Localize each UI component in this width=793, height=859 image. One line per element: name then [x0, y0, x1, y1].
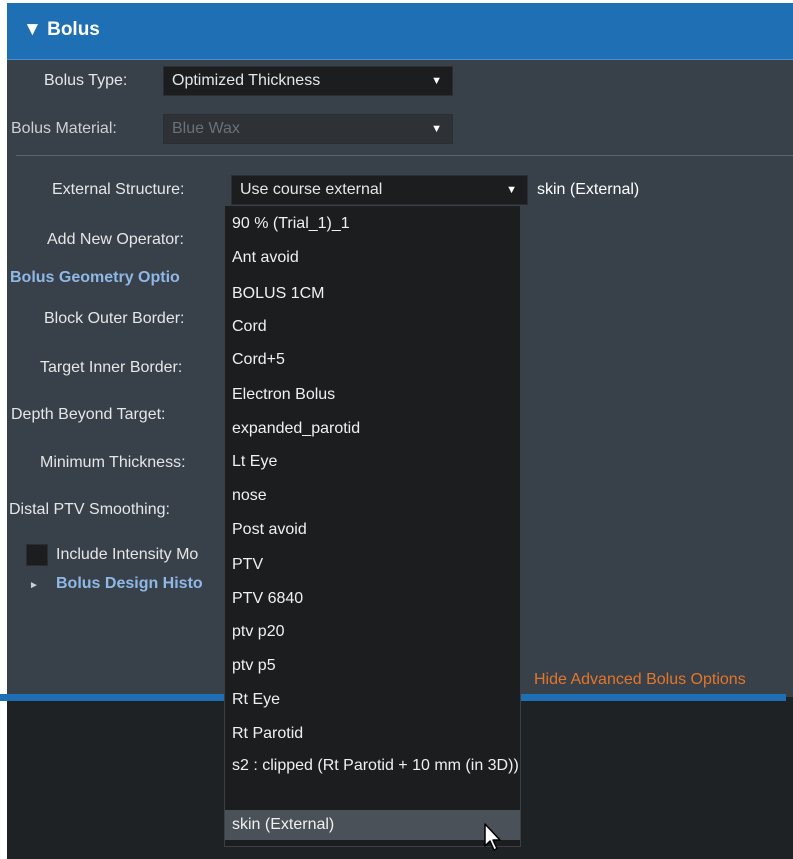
dropdown-item[interactable]: Cord [225, 317, 520, 337]
dropdown-item[interactable]: BOLUS 1CM [225, 284, 520, 304]
hide-advanced-bolus-options-link[interactable]: Hide Advanced Bolus Options [534, 671, 746, 689]
section-divider [16, 155, 793, 156]
bolus-material-value: Blue Wax [172, 120, 240, 137]
dropdown-item[interactable]: Rt Parotid [225, 724, 520, 744]
dropdown-item[interactable]: ptv p20 [225, 622, 520, 642]
triangle-right-icon[interactable]: ► [29, 580, 39, 591]
dropdown-item[interactable]: nose [225, 486, 520, 506]
chevron-down-icon: ▼ [506, 184, 517, 196]
external-structure-dropdown[interactable]: 90 % (Trial_1)_1 Ant avoid BOLUS 1CM Cor… [224, 205, 521, 847]
bolus-geometry-options-section[interactable]: Bolus Geometry Optio [10, 269, 180, 287]
bolus-type-value: Optimized Thickness [172, 72, 321, 89]
external-structure-value: Use course external [240, 181, 383, 198]
distal-ptv-smoothing-label: Distal PTV Smoothing: [9, 501, 170, 518]
mouse-cursor-icon [484, 823, 501, 851]
target-inner-border-label: Target Inner Border: [40, 359, 183, 376]
panel-title-text: Bolus [47, 19, 100, 40]
triangle-down-icon: ▼ [23, 19, 42, 40]
dropdown-item[interactable]: 90 % (Trial_1)_1 [225, 214, 520, 234]
external-structure-resolved: skin (External) [537, 181, 640, 198]
minimum-thickness-label: Minimum Thickness: [40, 454, 186, 471]
dropdown-item[interactable]: Lt Eye [225, 452, 520, 472]
add-new-operator-label: Add New Operator: [47, 231, 184, 248]
external-structure-select[interactable]: Use course external ▼ [231, 175, 528, 205]
dropdown-item[interactable]: PTV [225, 555, 520, 575]
dropdown-item[interactable]: Post avoid [225, 520, 520, 540]
include-intensity-checkbox[interactable] [26, 544, 48, 566]
external-structure-label: External Structure: [52, 181, 185, 198]
dropdown-item[interactable]: Electron Bolus [225, 385, 520, 405]
bolus-material-label: Bolus Material: [11, 120, 117, 137]
dropdown-item[interactable]: s2 : clipped (Rt Parotid + 10 mm (in 3D)… [225, 756, 520, 776]
dropdown-item-highlighted[interactable]: skin (External) [225, 810, 520, 840]
dropdown-item[interactable]: Cord+5 [225, 350, 520, 370]
dropdown-item[interactable]: expanded_parotid [225, 419, 520, 439]
include-intensity-label: Include Intensity Mo [56, 546, 199, 563]
bolus-type-label: Bolus Type: [44, 72, 128, 89]
panel-title: ▼ Bolus [23, 19, 100, 41]
bolus-material-select: Blue Wax ▼ [163, 114, 453, 144]
dropdown-item[interactable]: ptv p5 [225, 656, 520, 676]
bolus-panel-header[interactable]: ▼ Bolus [7, 3, 793, 60]
dropdown-item[interactable]: Ant avoid [225, 248, 520, 268]
dropdown-item[interactable]: PTV 6840 [225, 589, 520, 609]
block-outer-border-label: Block Outer Border: [44, 310, 185, 327]
chevron-down-icon: ▼ [431, 123, 442, 135]
bolus-design-history-section[interactable]: Bolus Design Histo [56, 575, 203, 593]
dropdown-item[interactable]: Rt Eye [225, 690, 520, 710]
chevron-down-icon: ▼ [431, 75, 442, 87]
depth-beyond-target-label: Depth Beyond Target: [11, 406, 166, 423]
bolus-type-select[interactable]: Optimized Thickness ▼ [163, 66, 453, 96]
